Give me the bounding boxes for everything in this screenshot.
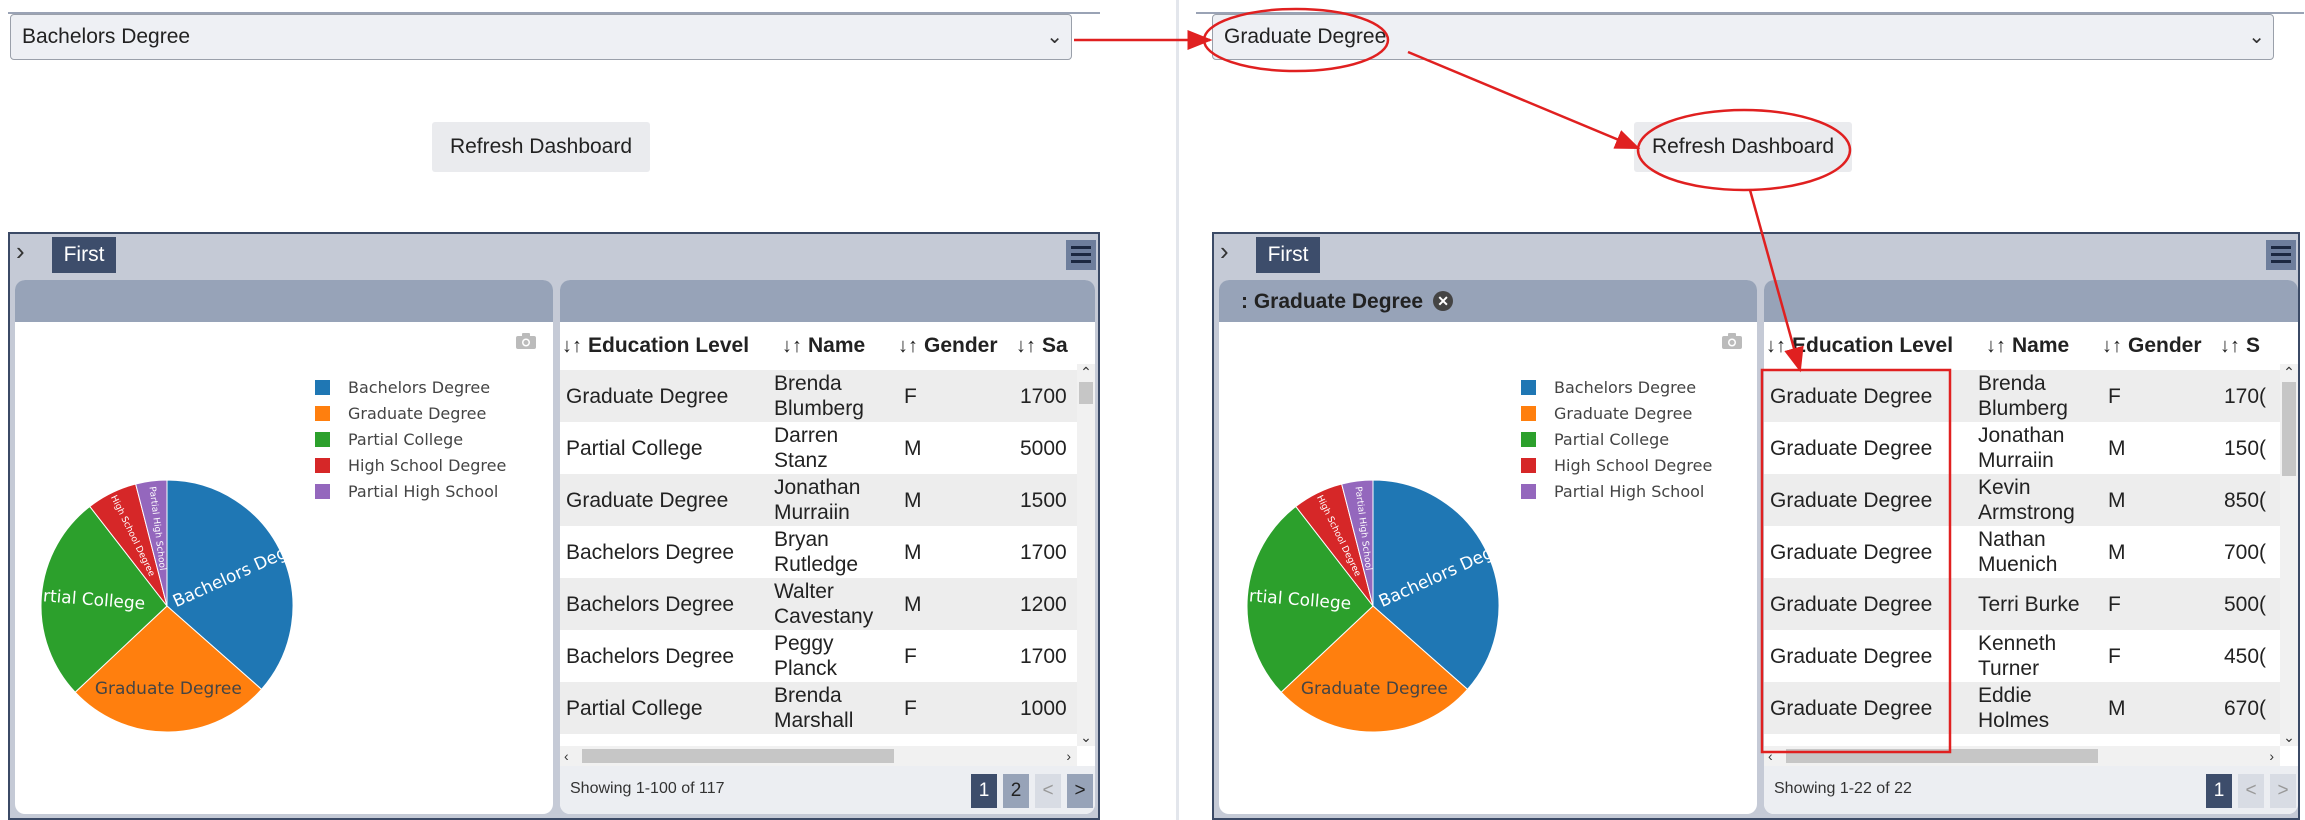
annotation-ellipse <box>1636 108 1852 192</box>
annotation-highlight-box <box>1760 368 1952 754</box>
annotation-overlay <box>1074 7 1952 754</box>
annotation-arrow <box>1407 50 1641 150</box>
annotation-ellipse <box>1202 7 1390 73</box>
annotation-arrow <box>1748 189 1804 373</box>
